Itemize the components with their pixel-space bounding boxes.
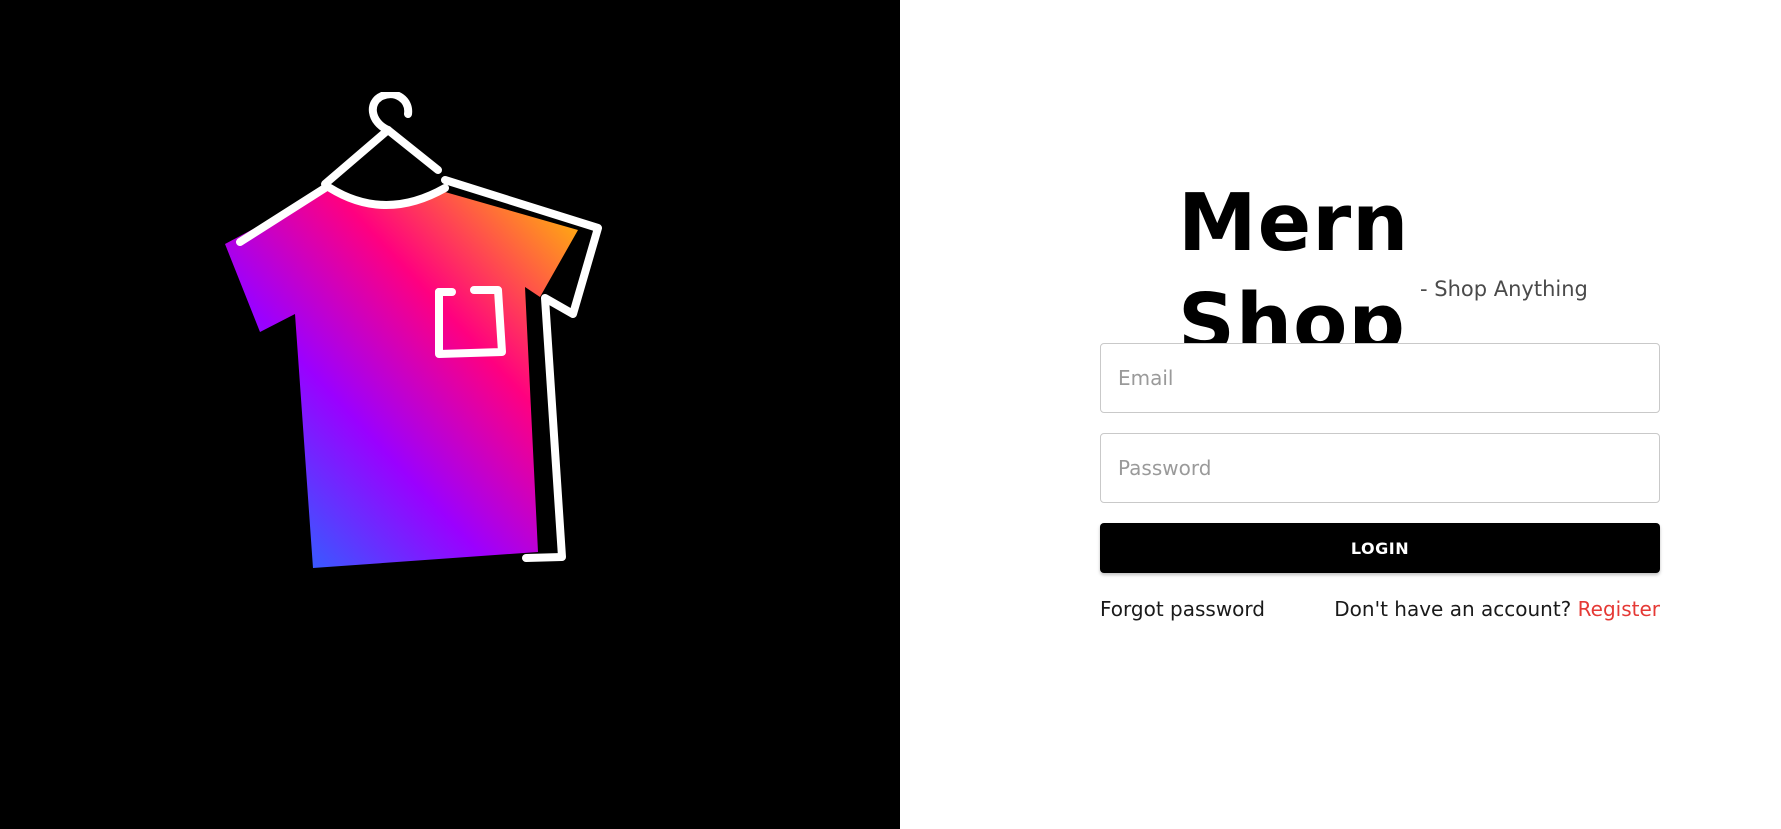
email-field[interactable] [1100, 343, 1660, 413]
register-link[interactable]: Register [1578, 597, 1660, 621]
brand-panel [0, 0, 900, 829]
password-field[interactable] [1100, 433, 1660, 503]
login-panel [900, 0, 1781, 829]
tagline: - Shop Anything [1420, 277, 1588, 301]
forgot-password-link[interactable]: Forgot password [1100, 596, 1265, 622]
login-button[interactable]: LOGIN [1100, 523, 1660, 573]
login-page: Mern Shop - Shop Anything LOGIN Forgot p… [0, 0, 1781, 829]
register-prompt: Don't have an account? Register [1334, 596, 1660, 622]
no-account-text: Don't have an account? [1334, 597, 1572, 621]
tshirt-hanger-icon [225, 92, 602, 568]
